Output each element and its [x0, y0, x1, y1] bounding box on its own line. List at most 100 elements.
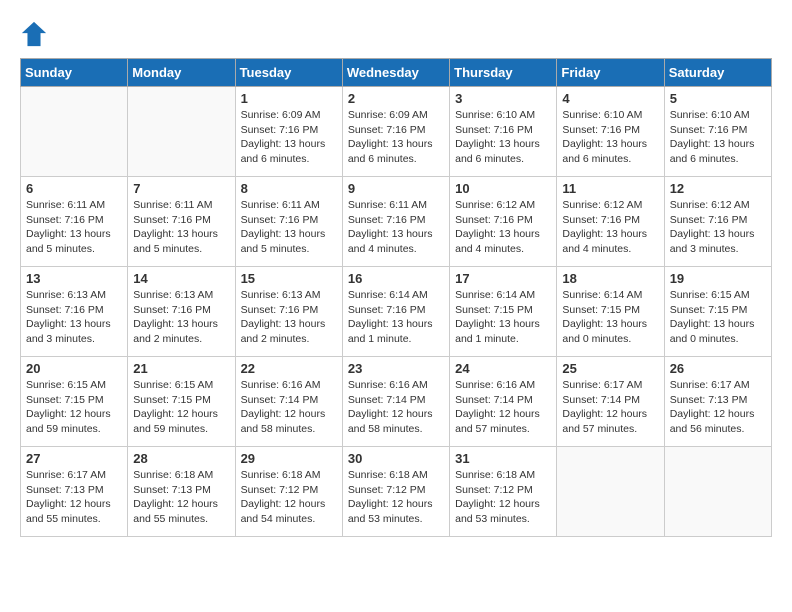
week-row-3: 13 Sunrise: 6:13 AM Sunset: 7:16 PM Dayli…	[21, 267, 772, 357]
day-number: 18	[562, 271, 658, 286]
day-number: 24	[455, 361, 551, 376]
week-row-1: 1 Sunrise: 6:09 AM Sunset: 7:16 PM Daylig…	[21, 87, 772, 177]
calendar-cell: 5 Sunrise: 6:10 AM Sunset: 7:16 PM Daylig…	[664, 87, 771, 177]
day-info: Sunrise: 6:10 AM Sunset: 7:16 PM Dayligh…	[455, 108, 551, 167]
calendar-cell: 19 Sunrise: 6:15 AM Sunset: 7:15 PM Dayli…	[664, 267, 771, 357]
calendar-cell: 1 Sunrise: 6:09 AM Sunset: 7:16 PM Daylig…	[235, 87, 342, 177]
day-info: Sunrise: 6:09 AM Sunset: 7:16 PM Dayligh…	[348, 108, 444, 167]
calendar-cell: 26 Sunrise: 6:17 AM Sunset: 7:13 PM Dayli…	[664, 357, 771, 447]
calendar-cell: 22 Sunrise: 6:16 AM Sunset: 7:14 PM Dayli…	[235, 357, 342, 447]
day-info: Sunrise: 6:13 AM Sunset: 7:16 PM Dayligh…	[26, 288, 122, 347]
day-number: 3	[455, 91, 551, 106]
day-info: Sunrise: 6:14 AM Sunset: 7:15 PM Dayligh…	[455, 288, 551, 347]
calendar-cell: 14 Sunrise: 6:13 AM Sunset: 7:16 PM Dayli…	[128, 267, 235, 357]
calendar-cell: 17 Sunrise: 6:14 AM Sunset: 7:15 PM Dayli…	[450, 267, 557, 357]
day-number: 6	[26, 181, 122, 196]
day-info: Sunrise: 6:10 AM Sunset: 7:16 PM Dayligh…	[670, 108, 766, 167]
calendar-cell: 15 Sunrise: 6:13 AM Sunset: 7:16 PM Dayli…	[235, 267, 342, 357]
day-number: 14	[133, 271, 229, 286]
logo-icon	[20, 20, 48, 48]
calendar-cell: 20 Sunrise: 6:15 AM Sunset: 7:15 PM Dayli…	[21, 357, 128, 447]
day-info: Sunrise: 6:18 AM Sunset: 7:12 PM Dayligh…	[455, 468, 551, 527]
calendar-cell: 7 Sunrise: 6:11 AM Sunset: 7:16 PM Daylig…	[128, 177, 235, 267]
day-info: Sunrise: 6:18 AM Sunset: 7:12 PM Dayligh…	[348, 468, 444, 527]
day-info: Sunrise: 6:11 AM Sunset: 7:16 PM Dayligh…	[133, 198, 229, 257]
day-info: Sunrise: 6:16 AM Sunset: 7:14 PM Dayligh…	[348, 378, 444, 437]
day-header-sunday: Sunday	[21, 59, 128, 87]
day-number: 5	[670, 91, 766, 106]
day-number: 23	[348, 361, 444, 376]
day-number: 15	[241, 271, 337, 286]
day-info: Sunrise: 6:17 AM Sunset: 7:13 PM Dayligh…	[670, 378, 766, 437]
calendar-cell: 3 Sunrise: 6:10 AM Sunset: 7:16 PM Daylig…	[450, 87, 557, 177]
calendar-cell: 12 Sunrise: 6:12 AM Sunset: 7:16 PM Dayli…	[664, 177, 771, 267]
day-header-thursday: Thursday	[450, 59, 557, 87]
day-info: Sunrise: 6:18 AM Sunset: 7:13 PM Dayligh…	[133, 468, 229, 527]
day-number: 10	[455, 181, 551, 196]
calendar-cell: 30 Sunrise: 6:18 AM Sunset: 7:12 PM Dayli…	[342, 447, 449, 537]
day-header-tuesday: Tuesday	[235, 59, 342, 87]
calendar-table: SundayMondayTuesdayWednesdayThursdayFrid…	[20, 58, 772, 537]
calendar-cell: 10 Sunrise: 6:12 AM Sunset: 7:16 PM Dayli…	[450, 177, 557, 267]
calendar-cell: 29 Sunrise: 6:18 AM Sunset: 7:12 PM Dayli…	[235, 447, 342, 537]
calendar-cell: 13 Sunrise: 6:13 AM Sunset: 7:16 PM Dayli…	[21, 267, 128, 357]
day-header-monday: Monday	[128, 59, 235, 87]
day-info: Sunrise: 6:11 AM Sunset: 7:16 PM Dayligh…	[348, 198, 444, 257]
page-header	[20, 20, 772, 48]
calendar-cell: 23 Sunrise: 6:16 AM Sunset: 7:14 PM Dayli…	[342, 357, 449, 447]
day-number: 7	[133, 181, 229, 196]
day-info: Sunrise: 6:15 AM Sunset: 7:15 PM Dayligh…	[670, 288, 766, 347]
day-number: 26	[670, 361, 766, 376]
day-number: 1	[241, 91, 337, 106]
day-number: 13	[26, 271, 122, 286]
day-info: Sunrise: 6:12 AM Sunset: 7:16 PM Dayligh…	[455, 198, 551, 257]
day-header-saturday: Saturday	[664, 59, 771, 87]
calendar-cell: 28Sunrise: 6:18 AM Sunset: 7:13 PM Dayli…	[128, 447, 235, 537]
day-info: Sunrise: 6:14 AM Sunset: 7:15 PM Dayligh…	[562, 288, 658, 347]
day-header-wednesday: Wednesday	[342, 59, 449, 87]
day-number: 8	[241, 181, 337, 196]
day-info: Sunrise: 6:12 AM Sunset: 7:16 PM Dayligh…	[670, 198, 766, 257]
day-number: 29	[241, 451, 337, 466]
day-info: Sunrise: 6:09 AM Sunset: 7:16 PM Dayligh…	[241, 108, 337, 167]
day-info: Sunrise: 6:12 AM Sunset: 7:16 PM Dayligh…	[562, 198, 658, 257]
day-info: Sunrise: 6:15 AM Sunset: 7:15 PM Dayligh…	[26, 378, 122, 437]
week-row-4: 20 Sunrise: 6:15 AM Sunset: 7:15 PM Dayli…	[21, 357, 772, 447]
header-row: SundayMondayTuesdayWednesdayThursdayFrid…	[21, 59, 772, 87]
day-number: 30	[348, 451, 444, 466]
calendar-cell: 21 Sunrise: 6:15 AM Sunset: 7:15 PM Dayli…	[128, 357, 235, 447]
day-number: 21	[133, 361, 229, 376]
day-info: Sunrise: 6:15 AM Sunset: 7:15 PM Dayligh…	[133, 378, 229, 437]
day-info: Sunrise: 6:14 AM Sunset: 7:16 PM Dayligh…	[348, 288, 444, 347]
day-info: Sunrise: 6:18 AM Sunset: 7:12 PM Dayligh…	[241, 468, 337, 527]
day-info: Sunrise: 6:10 AM Sunset: 7:16 PM Dayligh…	[562, 108, 658, 167]
day-number: 11	[562, 181, 658, 196]
day-info: Sunrise: 6:11 AM Sunset: 7:16 PM Dayligh…	[241, 198, 337, 257]
week-row-5: 27Sunrise: 6:17 AM Sunset: 7:13 PM Dayli…	[21, 447, 772, 537]
calendar-cell: 24 Sunrise: 6:16 AM Sunset: 7:14 PM Dayli…	[450, 357, 557, 447]
day-number: 20	[26, 361, 122, 376]
day-number: 22	[241, 361, 337, 376]
day-number: 16	[348, 271, 444, 286]
calendar-cell: 16 Sunrise: 6:14 AM Sunset: 7:16 PM Dayli…	[342, 267, 449, 357]
calendar-cell: 27Sunrise: 6:17 AM Sunset: 7:13 PM Dayli…	[21, 447, 128, 537]
calendar-cell: 18 Sunrise: 6:14 AM Sunset: 7:15 PM Dayli…	[557, 267, 664, 357]
day-number: 19	[670, 271, 766, 286]
day-info: Sunrise: 6:16 AM Sunset: 7:14 PM Dayligh…	[455, 378, 551, 437]
day-number: 4	[562, 91, 658, 106]
calendar-cell: 6 Sunrise: 6:11 AM Sunset: 7:16 PM Daylig…	[21, 177, 128, 267]
day-info: Sunrise: 6:13 AM Sunset: 7:16 PM Dayligh…	[133, 288, 229, 347]
day-number: 17	[455, 271, 551, 286]
day-number: 12	[670, 181, 766, 196]
logo	[20, 20, 52, 48]
day-number: 31	[455, 451, 551, 466]
day-info: Sunrise: 6:11 AM Sunset: 7:16 PM Dayligh…	[26, 198, 122, 257]
calendar-cell	[557, 447, 664, 537]
day-info: Sunrise: 6:13 AM Sunset: 7:16 PM Dayligh…	[241, 288, 337, 347]
calendar-cell: 4 Sunrise: 6:10 AM Sunset: 7:16 PM Daylig…	[557, 87, 664, 177]
day-header-friday: Friday	[557, 59, 664, 87]
calendar-cell: 8 Sunrise: 6:11 AM Sunset: 7:16 PM Daylig…	[235, 177, 342, 267]
calendar-cell: 2Sunrise: 6:09 AM Sunset: 7:16 PM Daylig…	[342, 87, 449, 177]
day-info: Sunrise: 6:17 AM Sunset: 7:13 PM Dayligh…	[26, 468, 122, 527]
day-info: Sunrise: 6:16 AM Sunset: 7:14 PM Dayligh…	[241, 378, 337, 437]
